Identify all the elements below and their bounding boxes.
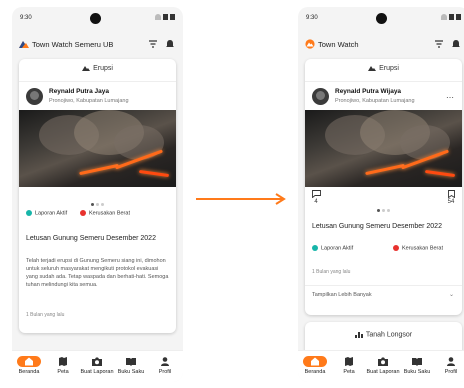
user-location: Pronojiwo, Kabupatan Lumajang: [335, 98, 415, 104]
home-icon: [25, 357, 33, 366]
nav-label: Buku Saku: [403, 369, 431, 375]
avatar[interactable]: [26, 88, 43, 105]
carousel-indicator[interactable]: [19, 193, 176, 211]
status-time: 9:30: [20, 15, 32, 21]
nav-label: Profil: [158, 369, 172, 375]
user-name[interactable]: Reynald Putra Jaya: [49, 88, 109, 95]
nav-peta[interactable]: Peta: [46, 356, 80, 375]
mountain-icon: [82, 66, 91, 72]
person-icon: [161, 357, 169, 366]
filter-icon[interactable]: [148, 39, 158, 49]
app-title: Town Watch: [318, 40, 359, 49]
nav-label: Buat Laporan: [80, 369, 114, 375]
divider: [305, 81, 462, 82]
map-icon: [59, 357, 67, 366]
nav-label: Peta: [57, 369, 69, 375]
book-icon: [412, 358, 422, 366]
category-header: Erupsi: [305, 65, 462, 77]
status-time: 9:30: [306, 15, 318, 21]
home-icon: [311, 357, 319, 366]
status-bar: 9:30: [298, 7, 464, 29]
nav-label: Beranda: [304, 369, 326, 375]
carousel-indicator[interactable]: [305, 199, 462, 217]
bottom-nav: Beranda Peta Buat Laporan Buku Saku Prof…: [298, 350, 464, 382]
nav-beranda[interactable]: Beranda: [298, 356, 332, 375]
filter-icon[interactable]: [434, 39, 444, 49]
eruption-photo[interactable]: [305, 110, 462, 187]
badge-active: Laporan Aktif: [26, 210, 67, 216]
nav-profil[interactable]: Profil: [148, 356, 182, 375]
nav-label: Beranda: [18, 369, 40, 375]
status-bar: 9:30: [12, 7, 183, 29]
person-icon: [447, 357, 455, 366]
report-card[interactable]: Erupsi Reynald Putra Jaya Pronojiwo, Kab…: [19, 59, 176, 333]
comment-icon: [311, 190, 321, 198]
phone-after: 9:30 Town Watch Erupsi Reynald Putra Wij…: [298, 7, 464, 382]
nav-peta[interactable]: Peta: [332, 356, 366, 375]
category-label: Erupsi: [93, 65, 113, 72]
app-logo-icon: [305, 39, 315, 49]
bell-icon[interactable]: [165, 39, 175, 49]
post-time: 1 Bulan yang lalu: [312, 269, 351, 275]
book-icon: [126, 358, 136, 366]
nav-label: Buat Laporan: [366, 369, 400, 375]
nav-label: Buku Saku: [117, 369, 145, 375]
camera-icon: [378, 357, 388, 366]
show-more-button[interactable]: Tampilkan Lebih Banyak: [312, 292, 372, 298]
nav-buku-saku[interactable]: Buku Saku: [400, 356, 434, 375]
divider: [305, 285, 462, 286]
app-title: Town Watch Semeru UB: [32, 40, 114, 49]
badge-severe: Kerusakan Berat: [80, 210, 130, 216]
nav-buat-laporan[interactable]: Buat Laporan: [80, 356, 114, 375]
badge-active: Laporan Aktif: [312, 245, 353, 251]
bookmark-button[interactable]: 54: [444, 190, 458, 205]
app-bar: Town Watch: [298, 35, 464, 53]
user-location: Pronojiwo, Kabupatan Lumajang: [49, 98, 129, 104]
status-icons: [441, 14, 461, 20]
category-label: Erupsi: [379, 65, 399, 72]
eruption-photo[interactable]: [19, 110, 176, 187]
map-icon: [345, 357, 353, 366]
phone-before: 9:30 Town Watch Semeru UB Erupsi Reynald…: [12, 7, 183, 382]
nav-beranda[interactable]: Beranda: [12, 356, 46, 375]
bookmark-count: 54: [447, 199, 455, 205]
more-options-icon[interactable]: ⋯: [446, 93, 455, 102]
avatar[interactable]: [312, 88, 329, 105]
post-time: 1 Bulan yang lalu: [26, 312, 65, 318]
app-bar: Town Watch Semeru UB: [12, 35, 183, 53]
app-logo-icon: [19, 41, 29, 48]
camera-icon: [92, 357, 102, 366]
category-header: Tanah Longsor: [305, 331, 462, 343]
badge-severe: Kerusakan Berat: [393, 245, 443, 251]
category-label: Tanah Longsor: [365, 331, 413, 339]
nav-profil[interactable]: Profil: [434, 356, 464, 375]
post-title: Letusan Gunung Semeru Desember 2022: [312, 223, 442, 230]
chevron-down-icon[interactable]: ⌄: [449, 291, 454, 298]
post-body: Telah terjadi erupsi di Gunung Semeru si…: [26, 258, 169, 288]
nav-buku-saku[interactable]: Buku Saku: [114, 356, 148, 375]
camera-notch: [90, 13, 101, 24]
arrow-right-icon: [196, 193, 286, 205]
bell-icon[interactable]: [451, 39, 461, 49]
status-icons: [155, 14, 175, 20]
bookmark-icon: [447, 190, 455, 198]
divider: [19, 81, 176, 82]
landslide-icon: [354, 332, 363, 338]
camera-notch: [376, 13, 387, 24]
nav-label: Profil: [444, 369, 458, 375]
bottom-nav: Beranda Peta Buat Laporan Buku Saku Prof…: [12, 350, 183, 382]
category-header: Erupsi: [19, 65, 176, 77]
mountain-icon: [368, 66, 377, 72]
nav-label: Peta: [343, 369, 355, 375]
user-name[interactable]: Reynald Putra Wijaya: [335, 88, 401, 95]
post-title: Letusan Gunung Semeru Desember 2022: [26, 235, 156, 242]
report-card[interactable]: Erupsi Reynald Putra Wijaya Pronojiwo, K…: [305, 59, 462, 315]
nav-buat-laporan[interactable]: Buat Laporan: [366, 356, 400, 375]
